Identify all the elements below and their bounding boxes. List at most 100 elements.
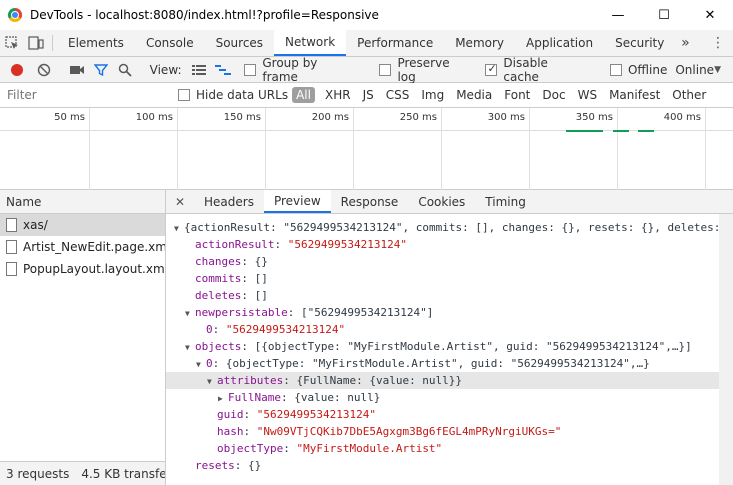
throttling-dropdown-arrow-icon[interactable]: ▼	[714, 65, 721, 75]
tab-memory[interactable]: Memory	[444, 30, 515, 56]
json-text: : {FullName: {value: null}}	[283, 374, 463, 387]
json-string-value: "5629499534213124"	[256, 408, 376, 421]
filter-type-img[interactable]: Img	[415, 88, 450, 102]
json-string-value: "5629499534213124"	[287, 238, 407, 251]
tab-sources[interactable]: Sources	[205, 30, 274, 56]
json-tree-row[interactable]: commits: []	[166, 270, 733, 287]
json-tree-row[interactable]: ▼ objects: [{objectType: "MyFirstModule.A…	[166, 338, 733, 355]
checkbox-box[interactable]	[609, 63, 622, 76]
json-text: {actionResult: "5629499534213124", commi…	[184, 221, 733, 234]
tab-network[interactable]: Network	[274, 30, 347, 56]
maximize-button[interactable]: ☐	[641, 0, 687, 30]
json-text: :	[283, 442, 297, 455]
json-tree-row[interactable]: actionResult: "5629499534213124"	[166, 236, 733, 253]
search-icon[interactable]	[113, 58, 137, 82]
window-title: DevTools - localhost:8080/index.html!?pr…	[30, 8, 379, 22]
name-column-header[interactable]: Name	[0, 190, 165, 214]
tab-performance[interactable]: Performance	[346, 30, 444, 56]
request-name: Artist_NewEdit.page.xml...	[23, 240, 165, 254]
json-tree-row[interactable]: hash: "Nw09VTjCQKib7DbE5Agxgm3Bg6fEGL4mP…	[166, 423, 733, 440]
json-string-value: "MyFirstModule.Artist"	[296, 442, 443, 455]
clear-icon[interactable]	[32, 58, 56, 82]
json-key: objectType	[217, 442, 284, 455]
preview-scrollbar[interactable]	[719, 214, 733, 485]
request-count: 3 requests	[6, 466, 70, 481]
json-tree-row[interactable]: ▼ attributes: {FullName: {value: null}}	[166, 372, 733, 389]
json-text: : []	[241, 272, 268, 285]
timeline-gridline	[177, 108, 178, 190]
filter-icon[interactable]	[89, 58, 113, 82]
preserve-log-checkbox[interactable]: Preserve log	[379, 56, 471, 84]
network-overview-timeline[interactable]: 50 ms 100 ms 150 ms 200 ms 250 ms 300 ms 350 m…	[0, 108, 733, 190]
close-detail-icon[interactable]: ✕	[166, 190, 194, 213]
expanded-triangle-icon[interactable]: ▼	[174, 220, 184, 237]
filter-input[interactable]	[0, 84, 168, 106]
json-tree-row[interactable]: changes: {}	[166, 253, 733, 270]
minimize-button[interactable]: —	[595, 0, 641, 30]
close-window-button[interactable]: ✕	[687, 0, 733, 30]
transferred-size: 4.5 KB transferr...	[81, 466, 166, 481]
filter-type-other[interactable]: Other	[666, 88, 712, 102]
json-key: FullName	[228, 391, 281, 404]
json-tree-row[interactable]: deletes: []	[166, 287, 733, 304]
checkbox-box[interactable]	[178, 89, 190, 101]
json-tree-row[interactable]: ▼ newpersistable: ["5629499534213124"]	[166, 304, 733, 321]
toolbar-divider	[52, 35, 53, 51]
expanded-triangle-icon[interactable]: ▼	[196, 356, 206, 373]
filter-type-js[interactable]: JS	[357, 88, 380, 102]
detail-tab-cookies[interactable]: Cookies	[408, 190, 475, 213]
tab-elements[interactable]: Elements	[57, 30, 135, 56]
json-tree-row[interactable]: ▶ FullName: {value: null}	[166, 389, 733, 406]
request-row[interactable]: xas/	[0, 214, 165, 236]
detail-tab-headers[interactable]: Headers	[194, 190, 264, 213]
request-row[interactable]: Artist_NewEdit.page.xml...	[0, 236, 165, 258]
json-tree-row[interactable]: objectType: "MyFirstModule.Artist"	[166, 440, 733, 457]
detail-tab-timing[interactable]: Timing	[475, 190, 536, 213]
more-tabs-icon[interactable]: »	[675, 30, 695, 56]
expanded-triangle-icon[interactable]: ▼	[207, 373, 217, 390]
checkbox-box[interactable]	[379, 63, 392, 76]
detail-tab-response[interactable]: Response	[331, 190, 409, 213]
filter-type-media[interactable]: Media	[450, 88, 498, 102]
filter-type-css[interactable]: CSS	[380, 88, 416, 102]
hide-data-urls-checkbox[interactable]: Hide data URLs	[178, 88, 288, 102]
filter-type-manifest[interactable]: Manifest	[603, 88, 666, 102]
tab-application[interactable]: Application	[515, 30, 604, 56]
customize-menu-icon[interactable]: ⋮	[711, 30, 725, 56]
throttling-select[interactable]: Online	[675, 63, 714, 77]
device-toolbar-icon[interactable]	[24, 30, 48, 56]
expanded-triangle-icon[interactable]: ▼	[185, 339, 195, 356]
filter-type-doc[interactable]: Doc	[536, 88, 571, 102]
expanded-triangle-icon[interactable]: ▼	[185, 305, 195, 322]
group-by-frame-checkbox[interactable]: Group by frame	[244, 56, 356, 84]
tab-security[interactable]: Security	[604, 30, 675, 56]
json-tree-row[interactable]: ▼ 0: {objectType: "MyFirstModule.Artist",…	[166, 355, 733, 372]
waterfall-overview-icon[interactable]	[211, 58, 235, 82]
filter-type-font[interactable]: Font	[498, 88, 536, 102]
disable-cache-checkbox[interactable]: Disable cache	[485, 56, 587, 84]
checkbox-box[interactable]	[485, 62, 498, 76]
file-icon	[6, 262, 17, 276]
json-tree-row[interactable]: guid: "5629499534213124"	[166, 406, 733, 423]
json-tree-row[interactable]: resets: {}	[166, 457, 733, 474]
filter-type-xhr[interactable]: XHR	[319, 88, 357, 102]
filter-type-all[interactable]: All	[292, 87, 315, 103]
capture-screenshots-icon[interactable]	[65, 58, 89, 82]
tab-console[interactable]: Console	[135, 30, 205, 56]
collapsed-triangle-icon[interactable]: ▶	[218, 390, 228, 407]
inspect-element-icon[interactable]	[0, 30, 24, 56]
request-row[interactable]: PopupLayout.layout.xml...	[0, 258, 165, 280]
detail-tab-preview[interactable]: Preview	[263, 190, 331, 213]
json-tree-row[interactable]: ▼ {actionResult: "5629499534213124", comm…	[166, 219, 733, 236]
json-key: objects	[195, 340, 242, 353]
checkbox-box[interactable]	[244, 63, 257, 76]
json-tree-row[interactable]: 0: "5629499534213124"	[166, 321, 733, 338]
json-key: resets	[195, 459, 235, 472]
record-icon[interactable]	[11, 63, 23, 76]
timeline-request-bar	[566, 130, 603, 132]
filter-type-ws[interactable]: WS	[572, 88, 603, 102]
json-text: : {}	[234, 459, 262, 472]
json-key: commits	[195, 272, 242, 285]
large-rows-icon[interactable]	[188, 58, 212, 82]
offline-checkbox[interactable]: Offline	[609, 63, 667, 77]
